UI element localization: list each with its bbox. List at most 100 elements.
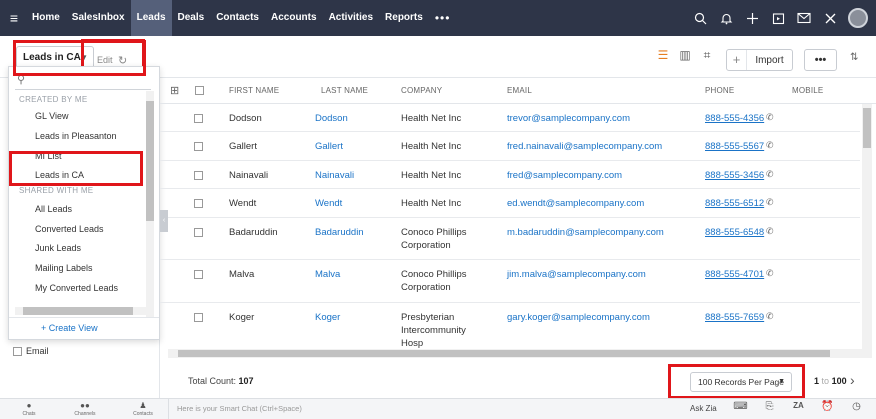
ask-zia-button[interactable]: Ask Zia [690,404,717,413]
row-checkbox[interactable] [194,114,203,123]
phone-icon[interactable]: ✆ [766,268,774,279]
table-vscroll-thumb[interactable] [863,108,871,148]
table-row[interactable]: Wendt Wendt Health Net Inc ed.wendt@samp… [160,189,860,218]
cell-email[interactable]: fred@samplecompany.com [507,169,622,182]
header-phone[interactable]: PHONE [705,86,734,95]
cell-email[interactable]: trevor@samplecompany.com [507,112,630,125]
cell-last-name[interactable]: Koger [315,311,340,324]
view-option[interactable]: GL View [35,111,69,121]
bottom-channels[interactable]: ●● Channels [70,401,100,417]
row-checkbox[interactable] [194,313,203,322]
cell-phone[interactable]: 888-555-7659 [705,311,764,324]
sort-icon[interactable]: ⇅ [850,52,858,63]
cell-last-name[interactable]: Nainavali [315,169,354,182]
cell-phone[interactable]: 888-555-6512 [705,197,764,210]
view-option[interactable]: My Converted Leads [35,283,118,293]
table-row[interactable]: Dodson Dodson Health Net Inc trevor@samp… [160,104,860,132]
phone-icon[interactable]: ✆ [766,197,774,208]
table-row[interactable]: Badaruddin Badaruddin Conoco Phillips Co… [160,218,860,260]
mail-icon[interactable] [792,0,816,36]
phone-icon[interactable]: ✆ [766,226,774,237]
zia-icon[interactable]: ZA [784,401,813,412]
avatar[interactable] [848,8,868,28]
dropdown-scroll-thumb[interactable] [146,101,154,221]
nav-leads[interactable]: Leads [130,0,172,36]
select-all-checkbox[interactable] [195,86,204,95]
header-mobile[interactable]: MOBILE [792,86,823,95]
cell-last-name[interactable]: Dodson [315,112,348,125]
nav-deals[interactable]: Deals [172,0,211,36]
cell-email[interactable]: m.badaruddin@samplecompany.com [507,226,664,239]
collapse-panel-handle[interactable]: ‹ [160,210,168,232]
header-email[interactable]: EMAIL [507,86,532,95]
filter-email[interactable]: Email [13,346,49,356]
table-vscrollbar[interactable] [862,104,872,356]
dropdown-hscroll-thumb[interactable] [23,307,133,315]
phone-icon[interactable]: ✆ [766,112,774,123]
cell-phone[interactable]: 888-555-3456 [705,169,764,182]
cell-last-name[interactable]: Malva [315,268,340,281]
table-hscrollbar[interactable] [168,349,872,358]
header-last-name[interactable]: LAST NAME [321,86,368,95]
cell-email[interactable]: fred.nainavali@samplecompany.com [507,140,662,153]
dropdown-search-input[interactable] [15,89,151,90]
table-row[interactable]: Gallert Gallert Health Net Inc fred.nain… [160,132,860,161]
search-icon[interactable] [688,0,712,36]
view-option[interactable]: All Leads [35,204,72,214]
cell-last-name[interactable]: Wendt [315,197,342,210]
cell-email[interactable]: ed.wendt@samplecompany.com [507,197,644,210]
cell-phone[interactable]: 888-555-5567 [705,140,764,153]
history-icon[interactable]: ◷ [842,401,871,412]
more-actions-button[interactable]: ••• [804,49,837,71]
nav-contacts[interactable]: Contacts [210,0,265,36]
header-company[interactable]: COMPANY [401,86,442,95]
view-option[interactable]: Converted Leads [35,224,104,234]
nav-accounts[interactable]: Accounts [265,0,323,36]
header-first-name[interactable]: FIRST NAME [229,86,279,95]
import-button[interactable]: + Import [726,49,793,71]
cell-last-name[interactable]: Gallert [315,140,343,153]
row-checkbox[interactable] [194,171,203,180]
column-settings-icon[interactable]: ⊞ [170,84,179,97]
kanban-view-icon[interactable]: ▥ [674,48,696,63]
alarm-icon[interactable]: ⏰ [813,401,842,412]
bookmark-icon[interactable]: ⎘ [755,401,784,412]
bottom-chats[interactable]: ● Chats [14,401,44,417]
create-view-link[interactable]: + Create View [41,323,98,333]
view-option[interactable]: Leads in Pleasanton [35,131,117,141]
table-row[interactable]: Koger Koger Presbyterian Intercommunity … [160,303,860,349]
filter-bell-icon[interactable]: ⌗ [696,48,718,63]
cell-email[interactable]: jim.malva@samplecompany.com [507,268,646,281]
calendar-icon[interactable] [766,0,790,36]
row-checkbox[interactable] [194,199,203,208]
dropdown-scrollbar[interactable] [146,91,154,317]
tools-icon[interactable] [818,0,842,36]
nav-activities[interactable]: Activities [323,0,379,36]
table-hscroll-thumb[interactable] [178,350,830,357]
phone-icon[interactable]: ✆ [766,140,774,151]
nav-home[interactable]: Home [26,0,66,36]
phone-icon[interactable]: ✆ [766,169,774,180]
phone-icon[interactable]: ✆ [766,311,774,322]
cell-phone[interactable]: 888-555-4356 [705,112,764,125]
nav-salesinbox[interactable]: SalesInbox [66,0,131,36]
hamburger-icon[interactable]: ≡ [2,10,26,26]
email-checkbox[interactable] [13,346,22,356]
table-row[interactable]: Nainavali Nainavali Health Net Inc fred@… [160,161,860,189]
gamepad-icon[interactable]: ⌨ [726,401,755,412]
smart-chat-input[interactable]: Here is your Smart Chat (Ctrl+Space) [168,399,678,419]
cell-phone[interactable]: 888-555-6548 [705,226,764,239]
view-option[interactable]: Mailing Labels [35,263,93,273]
plus-icon[interactable] [740,0,764,36]
bell-icon[interactable] [714,0,738,36]
cell-phone[interactable]: 888-555-4701 [705,268,764,281]
list-view-icon[interactable]: ☰ [652,48,674,63]
dropdown-hscrollbar[interactable] [15,307,146,315]
nav-more-button[interactable]: ••• [429,11,457,25]
table-row[interactable]: Malva Malva Conoco Phillips Corporation … [160,260,860,303]
row-checkbox[interactable] [194,142,203,151]
bottom-contacts[interactable]: ♟ Contacts [128,401,158,417]
chevron-right-icon[interactable]: › [850,372,855,388]
cell-email[interactable]: gary.koger@samplecompany.com [507,311,650,324]
cell-last-name[interactable]: Badaruddin [315,226,364,239]
